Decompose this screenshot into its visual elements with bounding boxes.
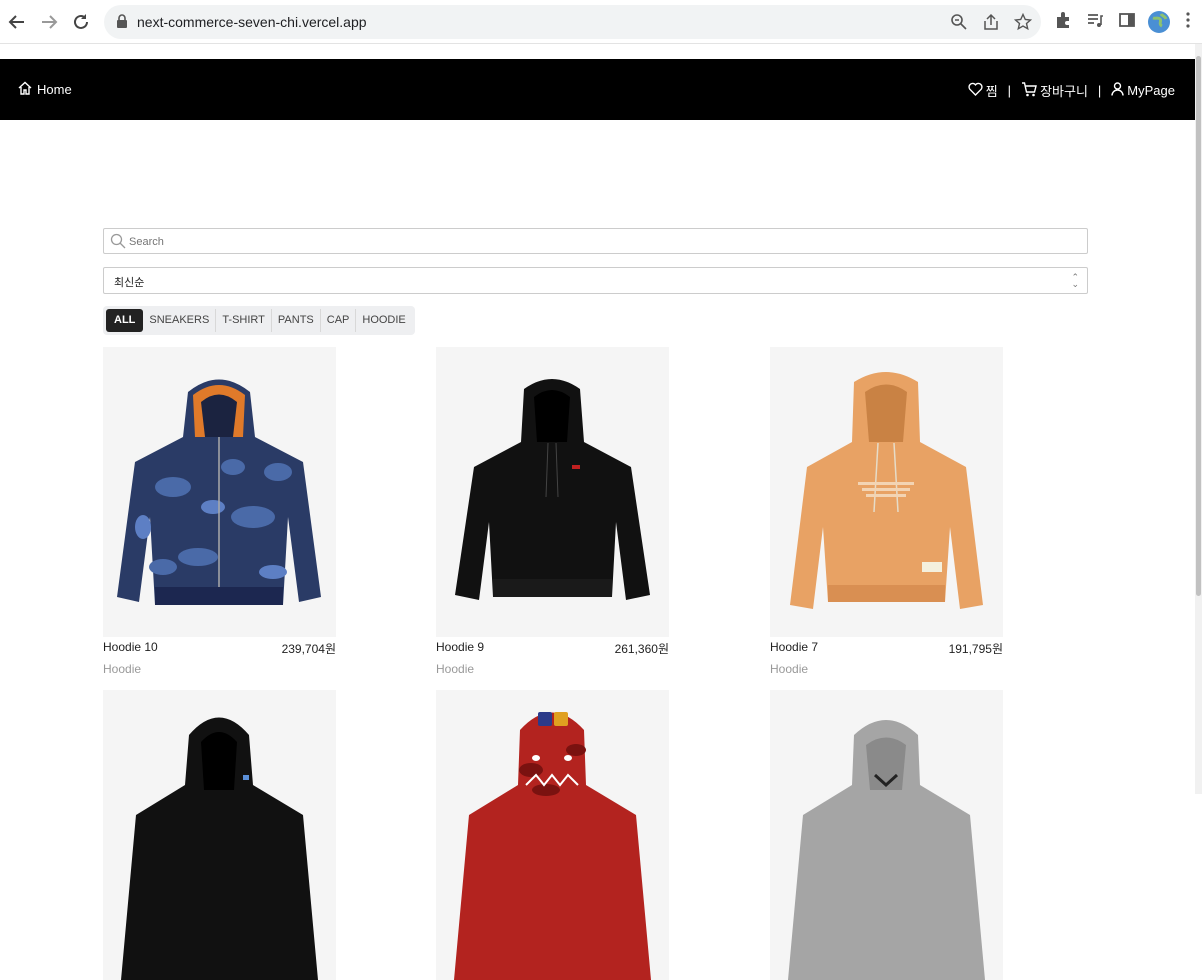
site-header: Home 찜 | 장바구니 | MyPage [0,59,1195,120]
separator: | [1097,83,1102,98]
tab-cap[interactable]: CAP [319,309,356,332]
mypage-label: MyPage [1127,83,1175,98]
product-card[interactable]: Hoodie 10 239,704원 Hoodie [103,347,336,676]
media-icon[interactable] [1086,11,1108,33]
profile-avatar-icon[interactable] [1147,10,1170,33]
lock-icon [116,14,128,34]
product-price: 261,360원 [614,642,669,656]
address-bar[interactable]: next-commerce-seven-chi.vercel.app [104,5,1041,39]
product-category: Hoodie [436,662,475,676]
menu-dots-icon[interactable] [1181,11,1202,33]
product-image-red-camo-hoodie[interactable] [436,690,669,980]
home-icon [18,81,32,98]
home-link[interactable]: Home [18,81,72,98]
product-price: 191,795원 [948,642,1003,656]
wishlist-label: 찜 [985,84,998,99]
category-tabs: ALL SNEAKERS T-SHIRT PANTS CAP HOODIE [103,306,415,335]
cart-label: 장바구니 [1040,84,1088,99]
product-card[interactable]: Hoodie 7 191,795원 Hoodie [770,347,1003,676]
product-image-black-hoodie[interactable] [436,347,669,637]
product-category: Hoodie [770,662,809,676]
header-actions: 찜 | 장바구니 | MyPage [968,81,1175,100]
product-name: Hoodie 9 [436,640,485,654]
tab-t-shirt[interactable]: T-SHIRT [215,309,271,332]
sidepanel-icon[interactable] [1118,11,1140,33]
browser-toolbar: next-commerce-seven-chi.vercel.app [0,0,1202,44]
mypage-link[interactable]: MyPage [1111,82,1175,99]
product-name: Hoodie 10 [103,640,158,654]
zoom-icon[interactable] [950,13,968,31]
url-text: next-commerce-seven-chi.vercel.app [137,14,367,30]
product-image-orange-hoodie[interactable] [770,347,1003,637]
sort-selected-value: 최신순 [114,277,145,289]
select-arrows-icon: ⌃ ⌄ [1071,272,1079,289]
search-box [103,228,1088,254]
product-image-blue-camo-hoodie[interactable] [103,347,336,637]
wishlist-link[interactable]: 찜 [968,81,998,100]
tab-all[interactable]: ALL [106,309,144,332]
heart-icon [968,82,983,99]
reload-icon[interactable] [69,10,93,34]
cart-link[interactable]: 장바구니 [1021,81,1088,100]
home-label: Home [37,82,72,97]
star-icon[interactable] [1013,12,1033,31]
product-card[interactable] [436,690,669,980]
product-image-grey-hoodie[interactable] [770,690,1003,980]
tab-hoodie[interactable]: HOODIE [355,309,411,332]
sort-select[interactable]: 최신순 ⌃ ⌄ [103,267,1088,294]
share-icon[interactable] [982,13,1000,31]
product-card[interactable] [103,690,336,980]
product-image-black-hoodie[interactable] [103,690,336,980]
forward-icon[interactable] [37,10,61,34]
cart-icon [1021,81,1037,100]
product-card[interactable] [770,690,1003,980]
product-price: 239,704원 [281,642,336,656]
product-category: Hoodie [103,662,142,676]
tab-pants[interactable]: PANTS [270,309,320,332]
extensions-icon[interactable] [1054,11,1076,33]
search-icon [110,233,126,254]
product-card[interactable]: Hoodie 9 261,360원 Hoodie [436,347,669,676]
search-input[interactable] [129,233,1029,250]
separator: | [1007,83,1012,98]
user-icon [1111,82,1124,99]
scrollbar-thumb[interactable] [1196,56,1201,596]
product-name: Hoodie 7 [770,640,819,654]
page-scrollbar[interactable] [1195,44,1202,794]
back-icon[interactable] [5,10,29,34]
tab-sneakers[interactable]: SNEAKERS [143,309,215,332]
